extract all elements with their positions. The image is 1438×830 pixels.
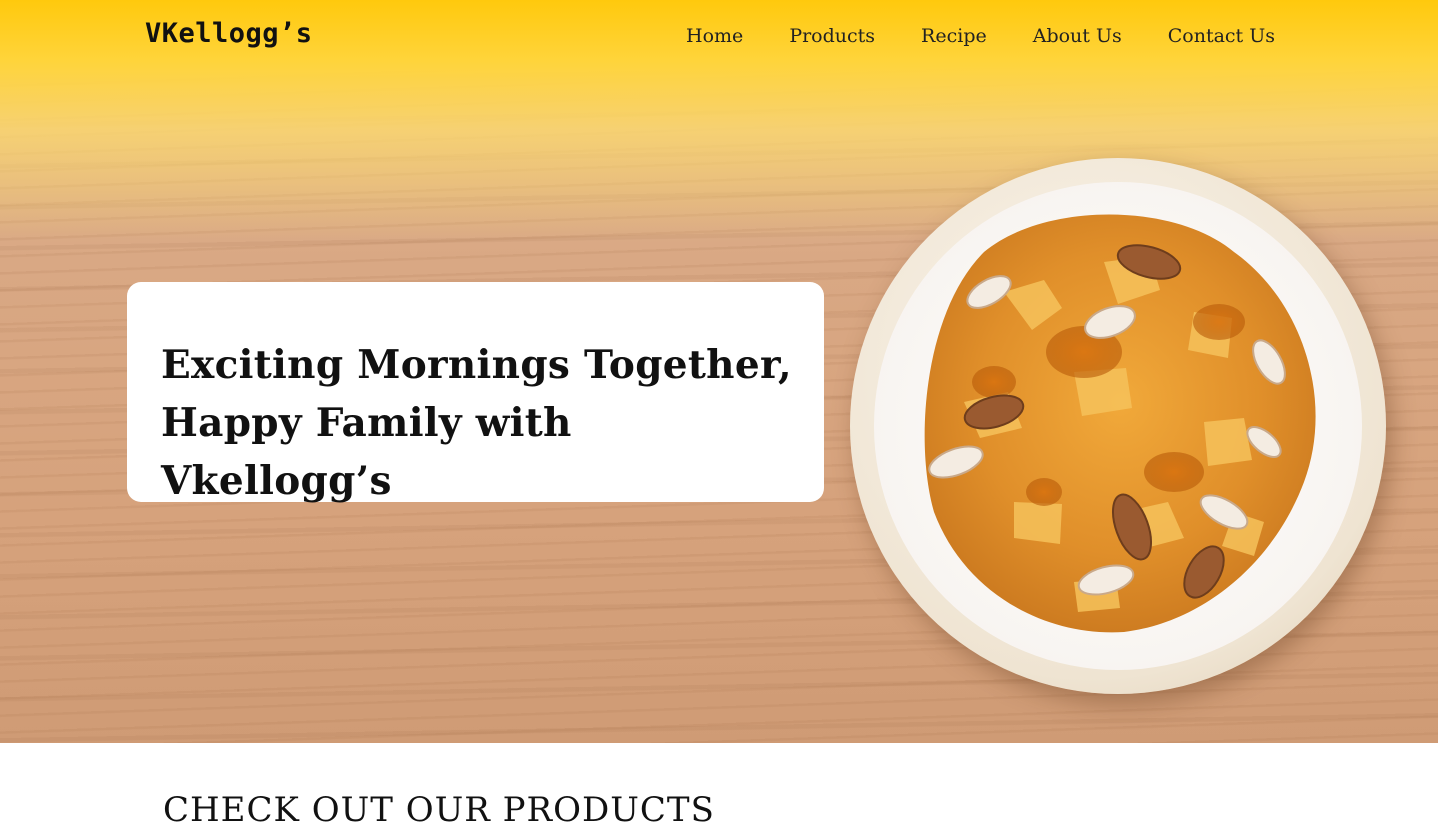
hero-headline: Exciting Mornings Together, Happy Family… bbox=[161, 336, 804, 510]
brand-logo[interactable]: VKellogg’s bbox=[145, 18, 313, 49]
hero-section: VKellogg’s Home Products Recipe About Us… bbox=[0, 0, 1438, 743]
nav-contact-us[interactable]: Contact Us bbox=[1168, 25, 1275, 47]
cereal-bowl-inner bbox=[874, 182, 1362, 670]
nav-recipe[interactable]: Recipe bbox=[921, 25, 987, 47]
nav-about-us[interactable]: About Us bbox=[1033, 25, 1122, 47]
cereal-bowl-image bbox=[850, 158, 1386, 694]
hero-headline-line2: Happy Family with Vkellogg’s bbox=[161, 400, 572, 504]
nav-home[interactable]: Home bbox=[686, 25, 743, 47]
cornflakes-illustration bbox=[924, 214, 1316, 633]
nav-products[interactable]: Products bbox=[789, 25, 875, 47]
hero-card: Exciting Mornings Together, Happy Family… bbox=[127, 282, 824, 504]
hero-headline-line1: Exciting Mornings Together, bbox=[161, 342, 792, 388]
navbar: VKellogg’s Home Products Recipe About Us… bbox=[0, 0, 1438, 80]
products-section-heading: CHECK OUT OUR PRODUCTS bbox=[163, 790, 715, 830]
nav-links: Home Products Recipe About Us Contact Us bbox=[686, 25, 1275, 47]
